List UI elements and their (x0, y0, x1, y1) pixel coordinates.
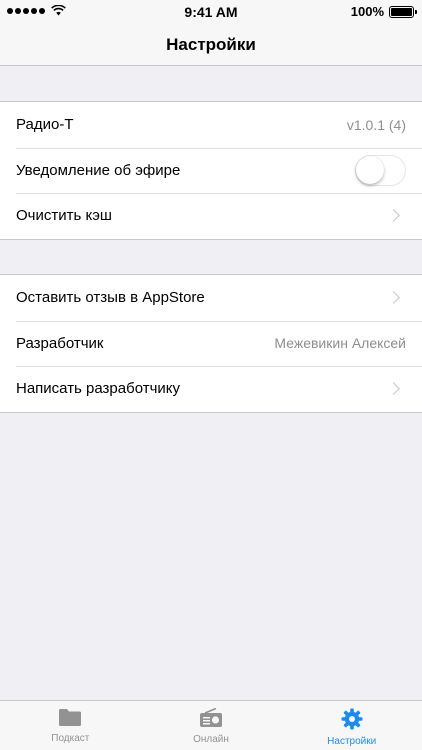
settings-group-about: Оставить отзыв в AppStore Разработчик Ме… (0, 274, 422, 413)
battery-icon (389, 5, 417, 18)
write-developer-row[interactable]: Написать разработчику (0, 366, 422, 412)
tab-label-online: Онлайн (193, 734, 229, 745)
tab-online[interactable]: Онлайн (141, 701, 282, 750)
battery-percent: 100% (350, 4, 384, 19)
battery-area: 100% (350, 4, 417, 19)
tab-settings[interactable]: Настройки (281, 701, 422, 750)
review-label: Оставить отзыв в AppStore (16, 289, 205, 307)
developer-row: Разработчик Межевикин Алексей (0, 320, 422, 367)
gear-icon (341, 708, 363, 730)
chevron-right-icon (387, 382, 400, 396)
notification-row: Уведомление об эфире (0, 147, 422, 194)
notification-toggle[interactable] (355, 154, 406, 186)
tab-label-podcast: Подкаст (51, 733, 90, 744)
status-bar: 9:41 AM 100% (0, 0, 422, 24)
toggle-knob (356, 155, 384, 184)
chevron-right-icon (387, 209, 400, 223)
app-version-row: Радио-Т v1.0.1 (4) (0, 102, 422, 148)
app-version-value: v1.0.1 (4) (346, 116, 406, 133)
review-row[interactable]: Оставить отзыв в AppStore (0, 275, 422, 321)
page-title: Настройки (166, 34, 256, 54)
developer-name: Межевикин Алексей (274, 335, 406, 352)
clear-cache-row[interactable]: Очистить кэш (0, 193, 422, 239)
tab-bar: Подкаст Онлайн Настройки (0, 700, 422, 750)
tab-podcast[interactable]: Подкаст (0, 701, 141, 750)
write-developer-label: Написать разработчику (16, 380, 181, 398)
notification-label: Уведомление об эфире (16, 161, 181, 179)
radio-icon (200, 708, 222, 727)
developer-label: Разработчик (16, 334, 104, 352)
settings-group-app: Радио-Т v1.0.1 (4) Уведомление об эфире … (0, 101, 422, 240)
clear-cache-label: Очистить кэш (16, 207, 112, 225)
folder-icon (59, 709, 82, 726)
tab-label-settings: Настройки (327, 736, 377, 747)
navigation-bar: Настройки (0, 24, 422, 66)
app-name-label: Радио-Т (16, 116, 74, 134)
chevron-right-icon (387, 291, 400, 305)
